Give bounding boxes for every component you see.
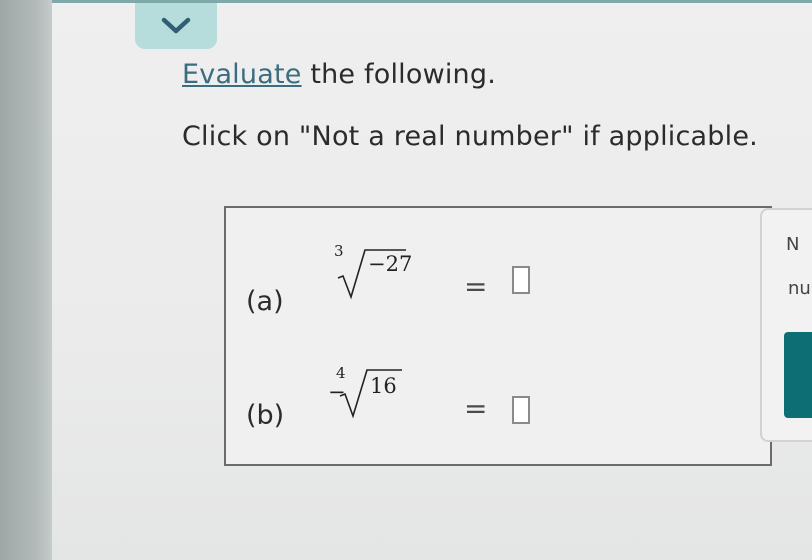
part-a-answer-input[interactable] [512, 266, 530, 294]
collapse-tab[interactable] [135, 3, 217, 49]
part-b-label: (b) [246, 400, 285, 431]
part-a-radical: 3 −27 [308, 240, 418, 300]
problem-box: (a) 3 −27 = (b) − 4 16 = [224, 206, 772, 466]
page: Evaluate the following. Click on "Not a … [52, 3, 812, 560]
prompt-title-rest: the following. [301, 59, 496, 90]
part-a-label: (a) [246, 286, 284, 317]
part-a-radicand: −27 [368, 252, 413, 276]
evaluate-link[interactable]: Evaluate [182, 59, 302, 90]
side-action-button[interactable] [784, 332, 812, 418]
part-b-equals: = [464, 392, 488, 425]
part-b-radical: − 4 16 [324, 360, 434, 420]
instruction-text: Click on "Not a real number" if applicab… [182, 121, 758, 152]
screen-bezel [0, 0, 52, 560]
chevron-down-icon [161, 17, 191, 34]
side-panel-heading: N [786, 234, 800, 255]
part-a-equals: = [464, 270, 488, 303]
part-b-answer-input[interactable] [512, 396, 530, 424]
not-a-real-number-option[interactable]: nu [788, 278, 811, 299]
prompt-title: Evaluate the following. [182, 59, 496, 90]
not-a-real-number-panel: N nu [760, 208, 812, 442]
part-b-radicand: 16 [370, 374, 397, 398]
